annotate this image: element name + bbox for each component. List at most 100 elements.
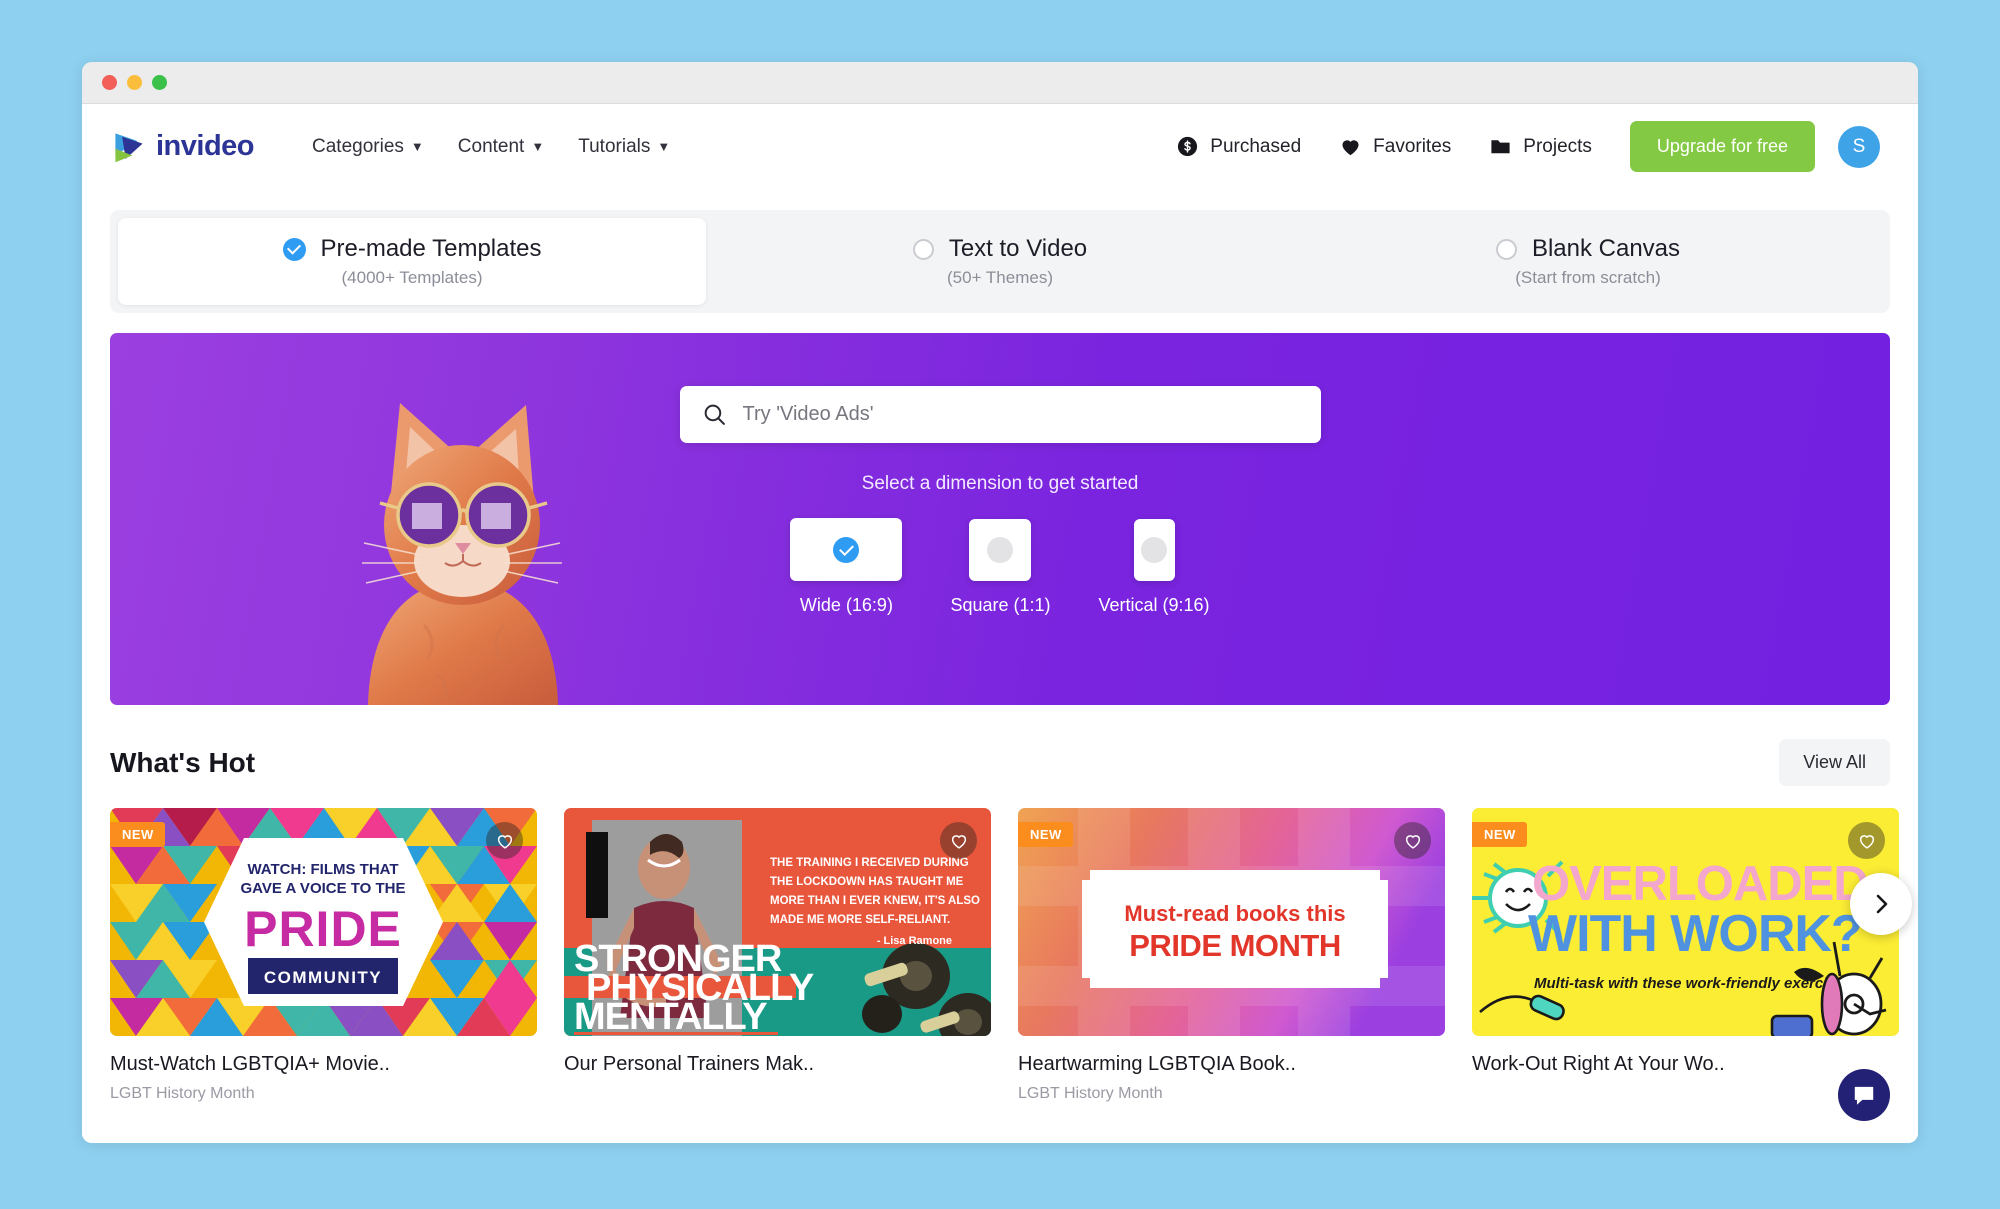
mode-title: Pre-made Templates: [320, 235, 542, 262]
search-icon: [704, 404, 725, 425]
favorites-label: Favorites: [1373, 135, 1452, 157]
dimension-option-wide[interactable]: Wide (16:9): [790, 518, 903, 616]
heart-outline-icon: [951, 834, 966, 849]
radio-selected-icon: [833, 536, 860, 563]
thumb-tag: COMMUNITY: [264, 968, 382, 987]
template-card[interactable]: OVERLOADED WITH WORK? Multi-task with th…: [1472, 808, 1899, 1103]
mode-option-blank-canvas[interactable]: Blank Canvas (Start from scratch): [1294, 218, 1882, 305]
thumb-big-3: MENTALLY: [574, 996, 767, 1036]
brand-logo-link[interactable]: invideo: [112, 130, 255, 164]
site-header: invideo Categories ▼ Content ▼ Tutorials…: [82, 104, 1918, 189]
new-badge: NEW: [1472, 822, 1527, 847]
invideo-logo-icon: [115, 132, 143, 162]
books-pride-artwork: Must-read books this PRIDE MONTH: [1018, 808, 1445, 1036]
thumb-line-1: OVERLOADED: [1532, 857, 1868, 911]
card-subtitle: LGBT History Month: [110, 1085, 255, 1102]
window-maximize-button[interactable]: [152, 75, 167, 90]
mode-subtitle: (50+ Themes): [947, 268, 1053, 287]
mode-subtitle: (4000+ Templates): [341, 268, 483, 287]
favorite-button[interactable]: [1848, 822, 1885, 859]
avatar-initial: S: [1852, 135, 1866, 157]
window-minimize-button[interactable]: [127, 75, 142, 90]
favorite-button[interactable]: [486, 822, 523, 859]
thumb-attribution: - Lisa Ramone: [877, 935, 952, 947]
mode-option-text-to-video[interactable]: Text to Video (50+ Themes): [706, 218, 1294, 305]
heart-outline-icon: [497, 834, 512, 849]
thumb-line-2: GAVE A VOICE TO THE: [240, 880, 405, 897]
template-thumbnail[interactable]: Must-read books this PRIDE MONTH NEW: [1018, 808, 1445, 1036]
dimension-label: Square (1:1): [950, 595, 1051, 615]
favorites-link[interactable]: Favorites: [1339, 135, 1451, 158]
radio-unselected-icon: [1141, 537, 1168, 563]
hero-center-column: Try 'Video Ads' Select a dimension to ge…: [110, 386, 1890, 616]
view-all-button[interactable]: View All: [1779, 739, 1890, 786]
thumb-line-1: Must-read books this: [1124, 901, 1345, 926]
thumb-quote-l4: MADE ME MORE SELF-RELIANT.: [770, 914, 950, 926]
new-badge: NEW: [110, 822, 165, 847]
card-title: Our Personal Trainers Mak..: [564, 1053, 815, 1075]
nav-tutorials[interactable]: Tutorials ▼: [578, 136, 670, 158]
dimension-label: Vertical (9:16): [1098, 595, 1210, 615]
template-card[interactable]: THE TRAINING I RECEIVED DURING THE LOCKD…: [564, 808, 991, 1103]
card-subtitle: LGBT History Month: [1018, 1085, 1163, 1102]
mode-selector: Pre-made Templates (4000+ Templates) Tex…: [110, 210, 1890, 313]
dimension-option-square[interactable]: Square (1:1): [950, 519, 1051, 616]
mode-title: Blank Canvas: [1531, 235, 1681, 262]
chevron-down-icon: ▼: [410, 139, 424, 154]
template-card[interactable]: Must-read books this PRIDE MONTH NEW Hea…: [1018, 808, 1445, 1103]
new-badge: NEW: [1018, 822, 1073, 847]
favorite-button[interactable]: [940, 822, 977, 859]
dimension-option-vertical[interactable]: Vertical (9:16): [1099, 519, 1210, 616]
projects-label: Projects: [1523, 135, 1592, 157]
card-title: Work-Out Right At Your Wo..: [1472, 1053, 1725, 1075]
thumb-headline: PRIDE: [244, 901, 402, 957]
chevron-down-icon: ▼: [531, 139, 545, 154]
thumb-quote-l3: MORE THAN I EVER KNEW, IT'S ALSO: [770, 895, 980, 907]
carousel-next-button[interactable]: [1850, 873, 1912, 935]
template-card[interactable]: WATCH: FILMS THAT GAVE A VOICE TO THE PR…: [110, 808, 537, 1103]
radio-selected-icon: [282, 237, 306, 261]
thumb-headline: PRIDE MONTH: [1129, 928, 1341, 963]
thumb-line-2: WITH WORK?: [1528, 905, 1862, 963]
chevron-right-icon: [1876, 894, 1888, 914]
window-close-button[interactable]: [102, 75, 117, 90]
template-card-row: WATCH: FILMS THAT GAVE A VOICE TO THE PR…: [110, 808, 1912, 1103]
fitness-quote-artwork: THE TRAINING I RECEIVED DURING THE LOCKD…: [564, 808, 991, 1036]
thumb-line-1: WATCH: FILMS THAT: [247, 861, 398, 878]
chevron-down-icon: ▼: [657, 139, 671, 154]
upgrade-for-free-button[interactable]: Upgrade for free: [1629, 121, 1815, 172]
template-thumbnail[interactable]: WATCH: FILMS THAT GAVE A VOICE TO THE PR…: [110, 808, 537, 1036]
overloaded-work-artwork: OVERLOADED WITH WORK? Multi-task with th…: [1472, 808, 1899, 1036]
radio-unselected-icon: [912, 238, 934, 260]
folder-icon: [1491, 140, 1510, 154]
page-title: What's Hot: [110, 746, 256, 778]
radio-unselected-icon: [987, 537, 1014, 563]
template-thumbnail[interactable]: OVERLOADED WITH WORK? Multi-task with th…: [1472, 808, 1899, 1036]
radio-unselected-icon: [1495, 238, 1517, 260]
avatar[interactable]: S: [1838, 125, 1880, 168]
projects-link[interactable]: Projects: [1489, 135, 1592, 158]
nav-content[interactable]: Content ▼: [458, 136, 544, 158]
mode-subtitle: (Start from scratch): [1515, 268, 1661, 287]
heart-outline-icon: [1405, 834, 1420, 849]
purchased-link[interactable]: Purchased: [1176, 135, 1301, 158]
favorite-button[interactable]: [1394, 822, 1431, 859]
browser-titlebar: [82, 62, 1918, 104]
heart-outline-icon: [1859, 834, 1874, 849]
nav-tutorials-label: Tutorials: [578, 135, 651, 157]
hero-banner: Try 'Video Ads' Select a dimension to ge…: [110, 333, 1890, 705]
dimension-box-wide: [790, 518, 903, 581]
card-title: Must-Watch LGBTQIA+ Movie..: [110, 1053, 390, 1075]
search-placeholder: Try 'Video Ads': [742, 403, 874, 425]
card-title: Heartwarming LGBTQIA Book..: [1018, 1053, 1296, 1075]
purchased-label: Purchased: [1210, 135, 1302, 157]
template-thumbnail[interactable]: THE TRAINING I RECEIVED DURING THE LOCKD…: [564, 808, 991, 1036]
dimension-box-square: [969, 519, 1032, 581]
nav-categories[interactable]: Categories ▼: [312, 136, 424, 158]
page-content: invideo Categories ▼ Content ▼ Tutorials…: [82, 104, 1918, 1143]
chat-support-button[interactable]: [1838, 1069, 1890, 1121]
search-input[interactable]: Try 'Video Ads': [679, 386, 1321, 443]
nav-categories-label: Categories: [312, 135, 404, 157]
mode-option-pre-made-templates[interactable]: Pre-made Templates (4000+ Templates): [118, 218, 706, 305]
thumb-quote-l1: THE TRAINING I RECEIVED DURING: [770, 857, 969, 869]
